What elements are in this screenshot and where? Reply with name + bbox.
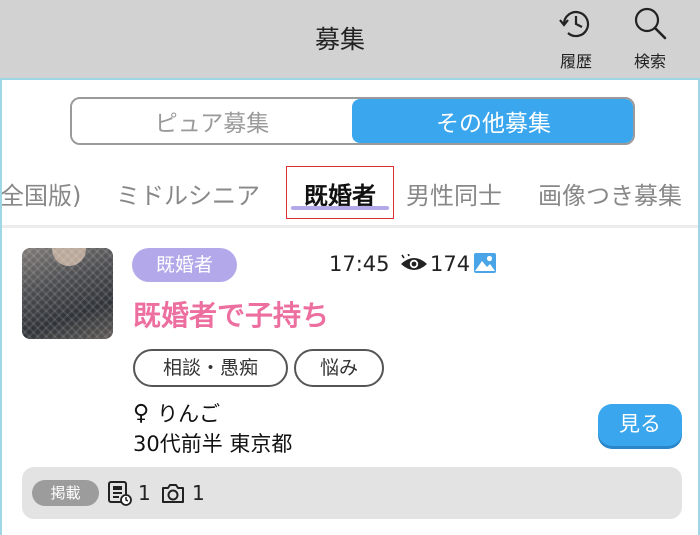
document-count: 1 <box>106 480 151 506</box>
eye-icon <box>401 254 427 270</box>
history-icon <box>559 11 590 38</box>
thumbnail-pattern <box>22 248 113 339</box>
photo-count-value: 1 <box>192 481 205 505</box>
category-tabs: 全国版) ミドルシニア 既婚者 男性同士 画像つき募集 <box>2 162 698 228</box>
history-label: 履歴 <box>559 52 592 71</box>
app-header: 募集 履歴 検索 <box>0 0 700 78</box>
tag-worries[interactable]: 悩み <box>294 349 384 387</box>
post-title[interactable]: 既婚者で子持ち <box>133 294 329 334</box>
tab-male-same-sex[interactable]: 男性同士 <box>406 176 502 211</box>
female-icon: ♀ <box>133 400 150 426</box>
photo-count: 1 <box>160 480 205 506</box>
tab-married[interactable]: 既婚者 <box>286 166 394 219</box>
tag-consult-complaint[interactable]: 相談・愚痴 <box>133 349 288 387</box>
segment-pure-recruit[interactable]: ピュア募集 <box>72 99 352 143</box>
history-button[interactable]: 履歴 <box>546 4 606 74</box>
search-button[interactable]: 検索 <box>620 4 680 74</box>
post-time: 17:45 <box>329 252 390 276</box>
tab-with-image[interactable]: 画像つき募集 <box>538 176 682 211</box>
document-count-value: 1 <box>138 481 151 505</box>
posted-badge: 掲載 <box>32 480 99 506</box>
recruit-type-segment: ピュア募集 その他募集 <box>70 97 635 145</box>
search-label: 検索 <box>633 52 666 71</box>
document-icon <box>108 481 132 506</box>
view-count-value: 174 <box>430 252 471 276</box>
post-footer: 掲載 1 1 <box>22 467 682 519</box>
post-thumbnail[interactable] <box>22 248 113 339</box>
segment-other-recruit[interactable]: その他募集 <box>352 99 633 143</box>
author-line: ♀ りんご <box>133 398 220 428</box>
image-icon <box>474 253 496 273</box>
active-tab-underline <box>291 206 389 210</box>
content-area: ピュア募集 その他募集 全国版) ミドルシニア 既婚者 男性同士 画像つき募集 … <box>0 78 700 535</box>
view-button[interactable]: 見る <box>598 404 682 446</box>
author-profile: 30代前半 東京都 <box>133 432 293 456</box>
camera-icon <box>162 484 184 503</box>
search-icon <box>634 7 667 40</box>
author-name: りんご <box>157 402 221 426</box>
category-badge: 既婚者 <box>132 248 237 282</box>
tab-middle-senior[interactable]: ミドルシニア <box>116 176 260 211</box>
view-count: 174 <box>400 252 470 276</box>
post-card[interactable]: 既婚者 17:45 174 既婚者で子持ち 相談・愚痴 悩み ♀ りんご 30代… <box>2 232 698 532</box>
tab-nationwide[interactable]: 全国版) <box>2 176 81 211</box>
